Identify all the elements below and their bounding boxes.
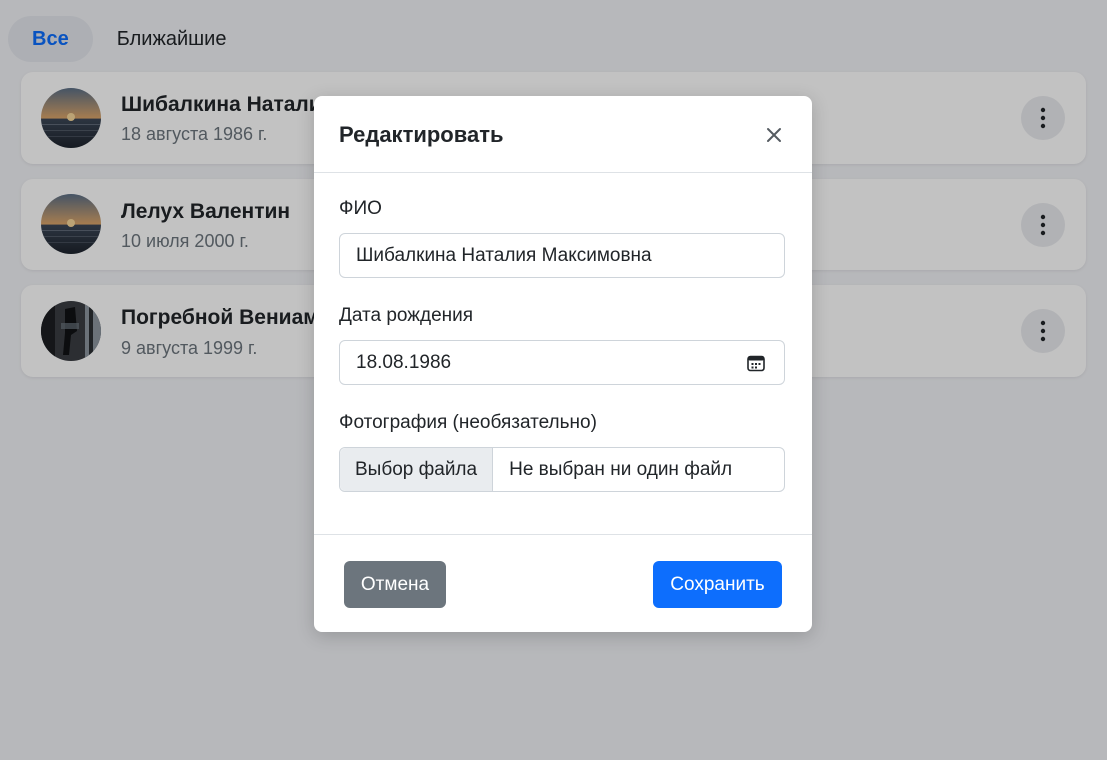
- calendar-icon[interactable]: [746, 353, 766, 373]
- fio-input[interactable]: Шибалкина Наталия Максимовна: [339, 233, 785, 278]
- close-button[interactable]: [764, 125, 784, 145]
- fio-label: ФИО: [339, 198, 382, 219]
- fio-input-value: Шибалкина Наталия Максимовна: [356, 244, 652, 266]
- choose-file-button[interactable]: Выбор файла: [340, 448, 494, 491]
- modal-title: Редактировать: [339, 122, 504, 147]
- photo-label: Фотография (необязательно): [339, 412, 597, 433]
- close-icon: [767, 128, 781, 142]
- save-button[interactable]: Сохранить: [653, 561, 782, 608]
- birthdate-label: Дата рождения: [339, 305, 474, 326]
- edit-dialog: Редактировать ФИО Шибалкина Наталия Макс…: [314, 96, 812, 632]
- modal-header: Редактировать: [314, 96, 812, 173]
- birthdate-input[interactable]: 18.08.1986: [339, 340, 785, 385]
- photo-file-input[interactable]: Выбор файла Не выбран ни один файл: [339, 447, 785, 492]
- cancel-button[interactable]: Отмена: [344, 561, 446, 608]
- file-status: Не выбран ни один файл: [509, 458, 733, 480]
- modal-footer: Отмена Сохранить: [314, 534, 812, 632]
- birthdate-input-value: 18.08.1986: [356, 351, 452, 373]
